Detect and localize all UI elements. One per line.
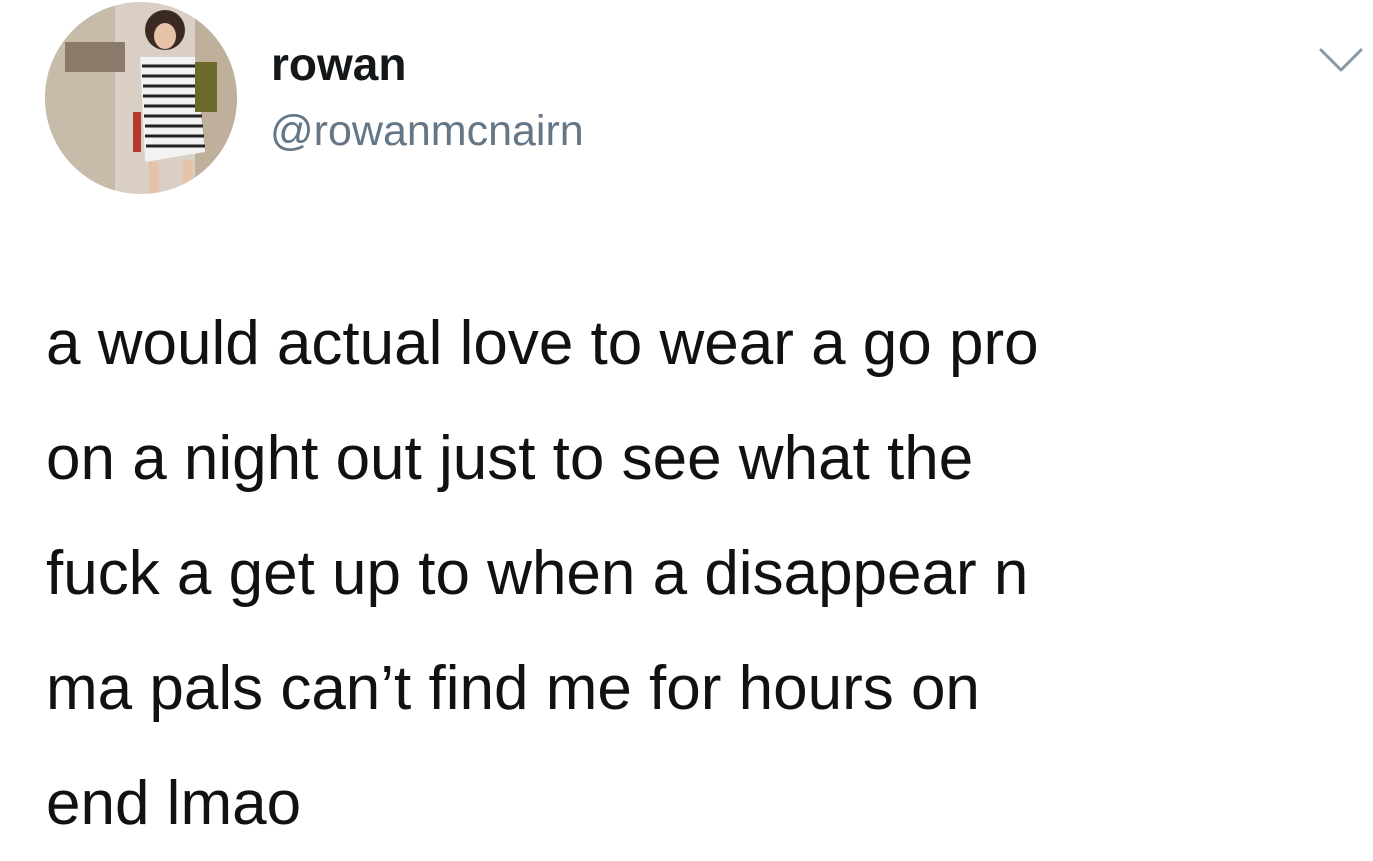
tweet-text-line: end lmao (46, 769, 302, 838)
chevron-down-icon[interactable] (1318, 46, 1364, 76)
profile-photo-icon (45, 2, 237, 194)
tweet-text-line: a would actual love to wear a go pro (46, 309, 1039, 378)
tweet-text-line: fuck a get up to when a disappear n (46, 539, 1029, 608)
avatar[interactable] (45, 2, 237, 194)
tweet-card: rowan @rowanmcnairn a would actual love … (0, 0, 1373, 838)
tweet-text-line: ma pals can’t find me for hours on (46, 654, 980, 723)
user-handle[interactable]: @rowanmcnairn (270, 104, 584, 158)
tweet-text-line: on a night out just to see what the (46, 424, 974, 493)
display-name[interactable]: rowan (271, 36, 406, 92)
tweet-text: a would actual love to wear a go pro on … (46, 286, 1336, 861)
